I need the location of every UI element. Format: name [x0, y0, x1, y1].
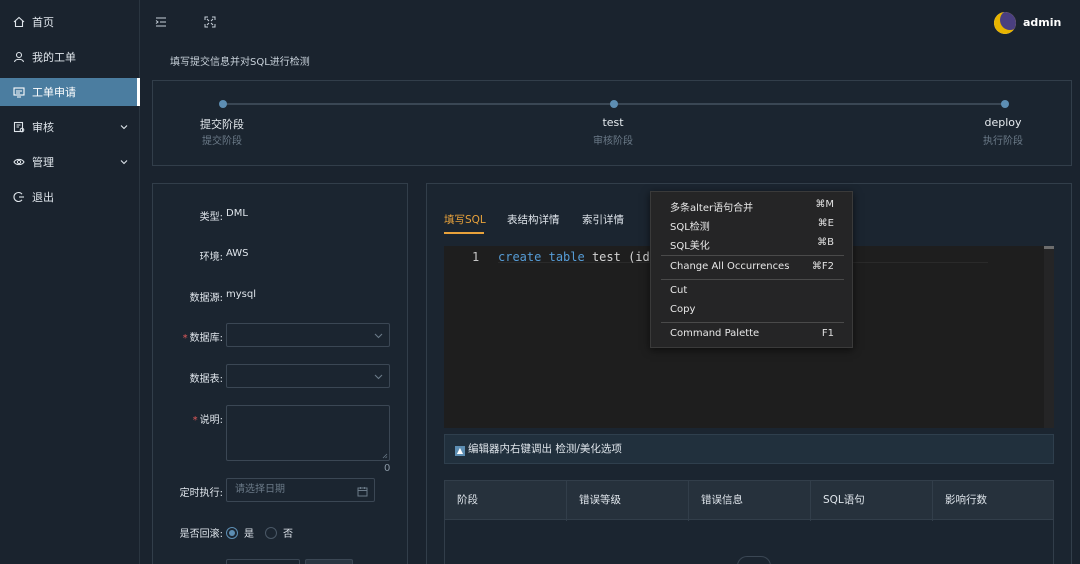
- code-line[interactable]: create table test (id: [498, 250, 650, 264]
- schedule-label: 定时执行:: [179, 488, 223, 499]
- menu-fold-icon: [155, 17, 166, 27]
- scrollbar-thumb[interactable]: [1044, 246, 1054, 249]
- step-connector: [225, 103, 612, 105]
- step-title: deploy: [984, 116, 1022, 129]
- source-value: mysql: [226, 289, 256, 300]
- eye-icon: [13, 156, 25, 168]
- table-label: 数据表:: [189, 374, 223, 385]
- ticket-form: 类型: DML 环境: AWS 数据源: mysql * 数据库: 数据表: * 说…: [152, 183, 408, 564]
- chevron-down-icon: [120, 156, 128, 169]
- step-desc: 提交阶段: [202, 136, 242, 147]
- partial-button[interactable]: [305, 559, 353, 564]
- audit-icon: [13, 121, 25, 133]
- info-icon: ▲: [455, 446, 465, 456]
- active-tab-indicator: [444, 232, 484, 234]
- step-connector: [617, 103, 1004, 105]
- step-title: 提交阶段: [200, 118, 244, 131]
- column-header: 错误信息: [689, 481, 811, 521]
- home-icon: [13, 16, 25, 28]
- required-mark: *: [192, 415, 198, 426]
- description-textarea[interactable]: [226, 405, 390, 461]
- results-table-body: [444, 520, 1054, 564]
- menu-item-sql-check[interactable]: SQL检测 ⌘E: [651, 215, 852, 233]
- partial-input[interactable]: [226, 559, 300, 564]
- description-label: * 说明:: [192, 415, 223, 426]
- tab-index-details[interactable]: 索引详情: [582, 212, 624, 227]
- sidebar-item-label: 管理: [32, 156, 54, 169]
- tab-write-sql[interactable]: 填写SQL: [444, 212, 486, 227]
- sidebar-item-label: 审核: [32, 121, 54, 134]
- sidebar-item-label: 退出: [32, 191, 54, 204]
- column-header: SQL语句: [811, 481, 933, 521]
- rollback-no-radio[interactable]: 否: [265, 525, 293, 540]
- column-header: 影响行数: [945, 494, 987, 506]
- type-value: DML: [226, 208, 248, 219]
- menu-fold-button[interactable]: [154, 15, 168, 29]
- username[interactable]: admin: [1023, 16, 1061, 29]
- chevron-down-icon: [374, 330, 383, 343]
- database-label: * 数据库:: [182, 333, 223, 344]
- char-count: 0: [384, 463, 391, 474]
- step-desc: 审核阶段: [593, 136, 633, 147]
- radio-selected-icon: [226, 526, 238, 539]
- menu-item-change-all[interactable]: Change All Occurrences ⌘F2: [651, 258, 852, 276]
- radio-unselected-icon: [265, 526, 277, 539]
- page-description: 填写提交信息并对SQL进行检测: [170, 57, 310, 68]
- resize-handle-icon: [382, 453, 388, 459]
- menu-separator: [661, 255, 844, 256]
- date-picker[interactable]: 请选择日期: [226, 478, 375, 502]
- sidebar-item-home[interactable]: 首页: [0, 8, 140, 36]
- step-dot: [610, 100, 618, 108]
- source-label: 数据源:: [189, 293, 223, 304]
- sidebar-item-ticket-apply[interactable]: 工单申请: [0, 78, 140, 106]
- table-select[interactable]: [226, 364, 390, 388]
- user-icon: [13, 51, 25, 63]
- sidebar-item-my-tickets[interactable]: 我的工单: [0, 43, 140, 71]
- column-header: 错误等级: [567, 481, 689, 521]
- chevron-down-icon: [120, 121, 128, 134]
- editor-hint: ▲ 编辑器内右键调出 检测/美化选项: [444, 434, 1054, 464]
- menu-item-copy[interactable]: Copy: [651, 301, 852, 319]
- workflow-steps: 提交阶段 提交阶段 test 审核阶段 deploy 执行阶段: [152, 80, 1072, 166]
- sidebar-item-label: 工单申请: [32, 86, 76, 99]
- required-mark: *: [182, 333, 188, 344]
- database-select[interactable]: [226, 323, 390, 347]
- type-label: 类型:: [199, 212, 223, 223]
- menu-separator: [661, 322, 844, 323]
- sidebar: 首页 我的工单 工单申请 审核 管理 退出: [0, 0, 140, 564]
- fullscreen-icon: [204, 16, 216, 28]
- rollback-yes-radio[interactable]: 是: [226, 525, 254, 540]
- step-title: test: [602, 116, 624, 129]
- editor-scrollbar[interactable]: [1044, 246, 1054, 428]
- tab-table-structure[interactable]: 表结构详情: [507, 212, 560, 227]
- context-menu: 多条alter语句合并 ⌘M SQL检测 ⌘E SQL美化 ⌘B Change All…: [650, 191, 853, 348]
- env-label: 环境:: [199, 252, 223, 263]
- step-desc: 执行阶段: [983, 136, 1023, 147]
- sidebar-item-logout[interactable]: 退出: [0, 183, 140, 211]
- monitor-icon: [13, 86, 25, 98]
- fullscreen-button[interactable]: [203, 15, 217, 29]
- chevron-down-icon: [374, 371, 383, 384]
- rollback-label: 是否回滚:: [179, 529, 223, 540]
- menu-item-sql-beautify[interactable]: SQL美化 ⌘B: [651, 234, 852, 252]
- sidebar-item-label: 首页: [32, 16, 54, 29]
- sidebar-item-label: 我的工单: [32, 51, 76, 64]
- avatar[interactable]: [994, 12, 1016, 34]
- step-dot: [219, 100, 227, 108]
- step-dot: [1001, 100, 1009, 108]
- results-table-header: 阶段 错误等级 错误信息 SQL语句 影响行数: [444, 480, 1054, 521]
- env-value: AWS: [226, 248, 249, 259]
- sidebar-item-audit[interactable]: 审核: [0, 113, 140, 141]
- menu-separator: [661, 279, 844, 280]
- column-header: 阶段: [445, 481, 567, 521]
- menu-item-merge-alter[interactable]: 多条alter语句合并 ⌘M: [651, 196, 852, 214]
- empty-state-icon: [737, 556, 771, 564]
- sidebar-item-manage[interactable]: 管理: [0, 148, 140, 176]
- menu-item-cut[interactable]: Cut: [651, 282, 852, 300]
- logout-icon: [13, 191, 25, 203]
- date-placeholder: 请选择日期: [235, 484, 285, 495]
- calendar-icon: [357, 484, 368, 506]
- menu-item-command-palette[interactable]: Command Palette F1: [651, 325, 852, 343]
- line-number: 1: [472, 250, 480, 264]
